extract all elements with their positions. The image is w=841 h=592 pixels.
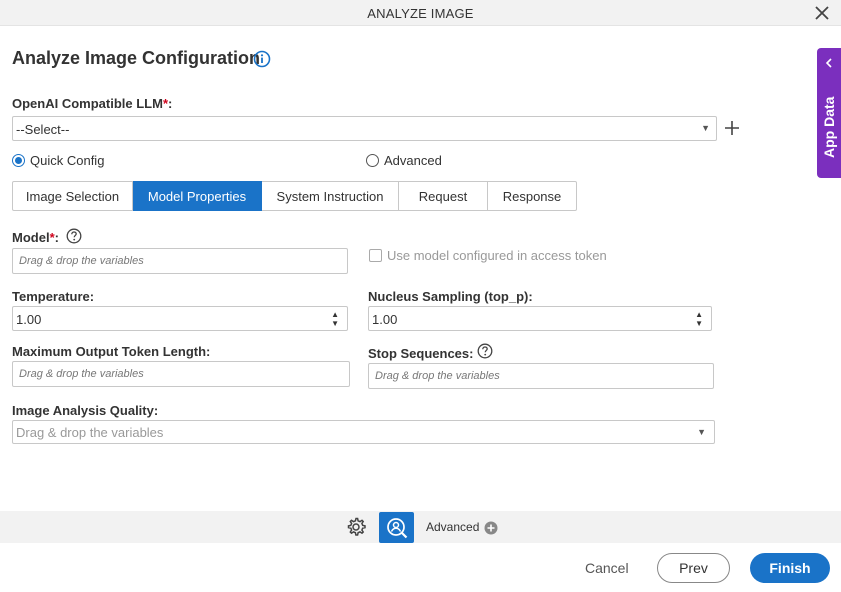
stop-sequences-label: Stop Sequences: (368, 346, 474, 361)
use-model-token-label: Use model configured in access token (387, 248, 607, 263)
tab-system-instruction[interactable]: System Instruction (262, 181, 399, 211)
max-tokens-placeholder: Drag & drop the variables (19, 368, 144, 380)
chevron-down-icon: ▼ (697, 427, 706, 437)
tab-image-selection[interactable]: Image Selection (12, 181, 133, 211)
image-search-icon (386, 517, 407, 538)
llm-select[interactable]: --Select-- ▼ (12, 116, 717, 141)
top-p-value: 1.00 (372, 312, 398, 327)
checkbox-box[interactable] (369, 249, 382, 262)
tab-bar: Image Selection Model Properties System … (12, 181, 577, 211)
spinner-icon[interactable]: ▲ ▼ (695, 310, 703, 328)
gear-icon[interactable] (345, 516, 367, 538)
dialog-titlebar: ANALYZE IMAGE (0, 0, 841, 26)
radio-dot-advanced (366, 154, 379, 167)
temperature-input[interactable]: 1.00 ▲ ▼ (12, 306, 348, 331)
model-label-colon: : (54, 230, 59, 245)
close-icon[interactable] (813, 4, 831, 22)
app-data-panel-toggle[interactable]: App Data (817, 48, 841, 178)
max-tokens-label: Maximum Output Token Length: (12, 344, 211, 359)
model-label: Model*: (12, 230, 59, 245)
llm-label-text: OpenAI Compatible LLM (12, 96, 163, 111)
spinner-icon[interactable]: ▲ ▼ (331, 310, 339, 328)
llm-label-colon: : (168, 96, 173, 111)
stop-sequences-placeholder: Drag & drop the variables (375, 370, 500, 382)
model-label-text: Model (12, 230, 50, 245)
temperature-label: Temperature: (12, 289, 95, 304)
stop-sequences-input[interactable]: Drag & drop the variables (368, 363, 714, 389)
model-input[interactable]: Drag & drop the variables (12, 248, 348, 274)
tab-response[interactable]: Response (488, 181, 577, 211)
radio-quick-config[interactable]: Quick Config (12, 153, 104, 168)
app-data-label: App Data (821, 96, 837, 158)
bottom-toolbar (0, 511, 841, 543)
chevron-left-icon (825, 58, 832, 68)
prev-button[interactable]: Prev (657, 553, 730, 583)
plus-circle-icon[interactable] (484, 521, 498, 535)
help-icon[interactable] (477, 343, 493, 359)
quality-select[interactable]: Drag & drop the variables ▼ (12, 420, 715, 444)
quality-placeholder: Drag & drop the variables (16, 425, 164, 440)
max-tokens-input[interactable]: Drag & drop the variables (12, 361, 350, 387)
info-icon[interactable] (253, 50, 271, 68)
quality-label: Image Analysis Quality: (12, 403, 159, 418)
add-llm-icon[interactable] (723, 119, 741, 137)
llm-label: OpenAI Compatible LLM*: (12, 96, 172, 111)
top-p-input[interactable]: 1.00 ▲ ▼ (368, 306, 712, 331)
llm-select-value: --Select-- (16, 122, 70, 137)
radio-quick-label: Quick Config (30, 153, 105, 168)
tab-request[interactable]: Request (399, 181, 488, 211)
cancel-button[interactable]: Cancel (585, 560, 629, 576)
page-title: Analyze Image Configuration (12, 48, 261, 68)
advanced-link[interactable]: Advanced (426, 520, 479, 534)
analyze-image-button[interactable] (379, 512, 414, 543)
chevron-down-icon: ▼ (701, 123, 710, 133)
temperature-value: 1.00 (16, 312, 42, 327)
model-placeholder: Drag & drop the variables (19, 255, 144, 267)
use-model-token-checkbox[interactable]: Use model configured in access token (369, 248, 607, 263)
dialog-title: ANALYZE IMAGE (367, 6, 474, 21)
radio-advanced[interactable]: Advanced (366, 153, 442, 168)
top-p-label: Nucleus Sampling (top_p): (368, 289, 533, 304)
radio-advanced-label: Advanced (384, 153, 442, 168)
tab-model-properties[interactable]: Model Properties (133, 181, 262, 211)
radio-dot-quick (12, 154, 25, 167)
help-icon[interactable] (66, 228, 82, 244)
finish-button[interactable]: Finish (750, 553, 830, 583)
